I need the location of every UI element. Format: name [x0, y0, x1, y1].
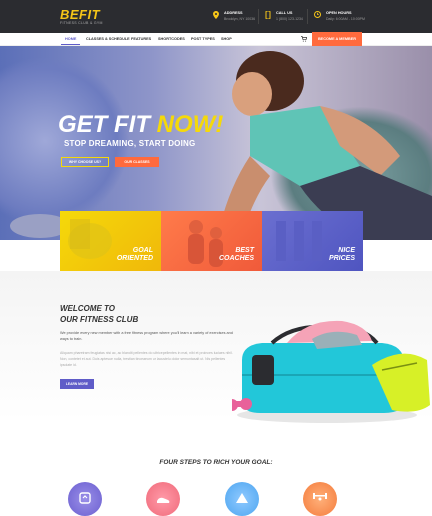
welcome-title-line2: OUR FITNESS CLUB: [60, 315, 139, 324]
nav-item-shortcodes[interactable]: SHORTCODES: [158, 33, 185, 45]
learn-more-button[interactable]: LEARN MORE: [60, 379, 94, 389]
become-member-button[interactable]: BECOME A MEMBER: [312, 32, 362, 46]
feature-card-coaches[interactable]: BEST COACHES: [161, 211, 262, 271]
divider: [258, 9, 259, 24]
phone-value[interactable]: 1 (800) 123-1234: [276, 17, 303, 21]
address-title: ADDRESS: [224, 11, 243, 15]
why-choose-us-button[interactable]: WHY CHOOSE US?: [61, 157, 109, 167]
feature-card-prices[interactable]: NICE PRICES: [262, 211, 363, 271]
step-circle-4[interactable]: [303, 482, 337, 516]
address-value: Brooklyn, NY 10036: [224, 17, 256, 21]
scale-icon: [79, 492, 91, 504]
feature-card-goal[interactable]: GOAL ORIENTED: [60, 211, 161, 271]
hero-subtitle: STOP DREAMING, START DOING: [64, 139, 196, 148]
logo[interactable]: BEFIT: [60, 7, 100, 22]
cart-icon[interactable]: [301, 36, 307, 42]
divider: [307, 9, 308, 24]
sneaker-icon: [157, 497, 170, 503]
hours-block: OPEN HOURS Daily: 6:00AM - 10:00PM: [314, 11, 365, 21]
hero-title-part2: NOW!: [156, 111, 224, 138]
welcome-title-line1: WELCOME TO: [60, 304, 115, 313]
nav-item-features[interactable]: FEATURES: [131, 33, 151, 45]
welcome-lead: We provide every new member with a free …: [60, 331, 233, 341]
feature-label-prices: NICE PRICES: [295, 247, 355, 263]
welcome-title: WELCOME TO OUR FITNESS CLUB: [60, 303, 200, 325]
phone-title: CALL US: [276, 11, 293, 15]
welcome-body: Aliquam pharetram feugiatas nisi ac, ac …: [60, 351, 233, 367]
clock-icon: [314, 11, 321, 18]
feature-label-goal: GOAL ORIENTED: [93, 247, 153, 263]
feature-line1: NICE: [338, 247, 355, 254]
hours-value: Daily: 6:00AM - 10:00PM: [326, 17, 365, 21]
feature-line2: COACHES: [218, 255, 254, 262]
hours-title: OPEN HOURS: [326, 11, 352, 15]
logo-tagline: FITNESS CLUB & GYM: [60, 21, 103, 25]
top-bar: BEFIT FITNESS CLUB & GYM ADDRESS Brooklyn…: [0, 0, 432, 33]
step-circle-1[interactable]: [68, 482, 102, 516]
feature-label-coaches: BEST COACHES: [194, 247, 254, 263]
phone-block: CALL US 1 (800) 123-1234: [265, 11, 303, 21]
feature-line1: BEST: [235, 247, 254, 254]
feature-line2: ORIENTED: [116, 255, 153, 262]
nav-item-shop[interactable]: SHOP: [221, 33, 232, 45]
nav-item-classes[interactable]: CLASSES & SCHEDULE: [86, 33, 130, 45]
gym-bag-image: [232, 320, 430, 423]
step-circle-2[interactable]: [146, 482, 180, 516]
hero-title: GET FIT NOW!: [58, 111, 223, 139]
hero-title-part1: GET FIT: [58, 111, 150, 138]
phone-icon: [265, 11, 271, 19]
steps-title: FOUR STEPS TO RICH YOUR GOAL:: [159, 459, 273, 466]
our-classes-button[interactable]: OUR CLASSES: [115, 157, 159, 167]
main-nav: HOME CLASSES & SCHEDULE FEATURES SHORTCO…: [0, 33, 432, 46]
nav-item-home[interactable]: HOME: [61, 33, 81, 45]
feature-line1: GOAL: [132, 247, 153, 254]
nav-item-post-types[interactable]: POST TYPES: [191, 33, 215, 45]
address-block: ADDRESS Brooklyn, NY 10036: [213, 11, 255, 21]
step-circle-3[interactable]: [225, 482, 259, 516]
feature-line2: PRICES: [328, 255, 355, 262]
weightlifter-icon: [313, 493, 327, 501]
arrow-up-icon: [236, 493, 248, 503]
map-pin-icon: [213, 11, 219, 19]
